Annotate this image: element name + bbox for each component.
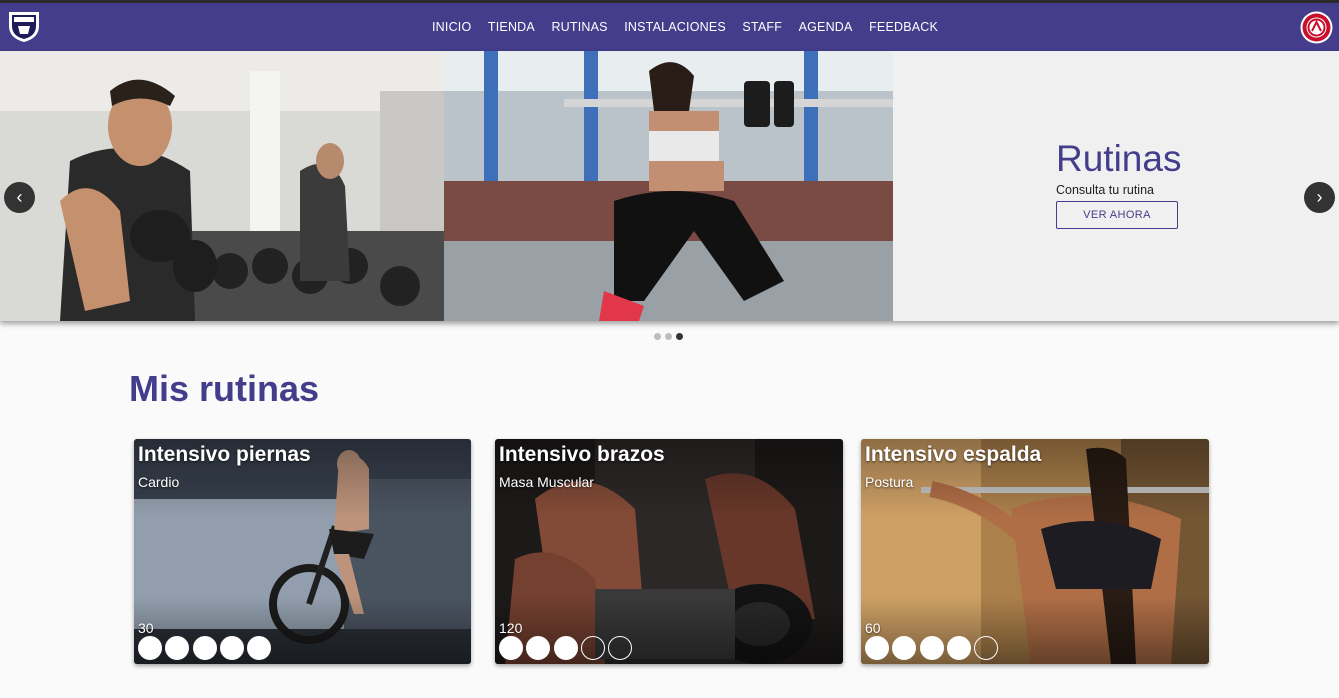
rating-circle-filled — [192, 636, 217, 660]
routine-value: 30 — [138, 620, 154, 636]
nav-item-feedback[interactable]: FEEDBACK — [869, 20, 938, 34]
carousel-dot-2[interactable] — [665, 333, 672, 340]
routine-rating — [138, 636, 274, 660]
rating-circle-filled — [946, 636, 971, 660]
carousel-indicators — [654, 333, 687, 340]
gym-photo-squat — [444, 51, 893, 321]
nav-item-inicio[interactable]: INICIO — [432, 20, 471, 34]
routine-rating — [865, 636, 1001, 660]
rating-circle-filled — [919, 636, 944, 660]
rating-circle-filled — [499, 636, 523, 660]
card-overlay — [861, 439, 1209, 664]
rating-circle-empty — [580, 636, 605, 660]
rating-circle-filled — [138, 636, 162, 660]
chevron-left-icon[interactable]: ‹ — [4, 182, 35, 213]
slide-subtitle: Consulta tu rutina — [1056, 182, 1154, 197]
carousel-dot-3[interactable] — [676, 333, 683, 340]
section-title: Mis rutinas — [129, 368, 320, 409]
routine-card-brazos[interactable]: Intensivo brazos Masa Muscular 120 — [495, 439, 843, 664]
rating-circle-empty — [974, 636, 999, 660]
nav-item-tienda[interactable]: TIENDA — [488, 20, 535, 34]
rating-circle-filled — [165, 636, 190, 660]
routine-value: 120 — [499, 620, 523, 636]
rating-circle-filled — [526, 636, 551, 660]
slide-caption: Rutinas Consulta tu rutina VER AHORA — [1056, 138, 1182, 229]
rating-circle-filled — [865, 636, 889, 660]
rating-circle-filled — [247, 636, 272, 660]
nav-item-agenda[interactable]: AGENDA — [799, 20, 853, 34]
routine-value: 60 — [865, 620, 881, 636]
hero-carousel: Rutinas Consulta tu rutina VER AHORA ‹ › — [0, 51, 1339, 321]
ver-ahora-button[interactable]: VER AHORA — [1056, 200, 1178, 229]
routine-title: Intensivo espalda — [865, 443, 1042, 466]
club-badge-logo[interactable] — [1300, 11, 1333, 44]
rating-circle-filled — [553, 636, 578, 660]
routine-title: Intensivo brazos — [499, 443, 665, 466]
card-overlay — [495, 439, 843, 664]
routine-card-espalda[interactable]: Intensivo espalda Postura 60 — [861, 439, 1209, 664]
routine-subtitle: Postura — [865, 474, 914, 490]
slide-title: Rutinas — [1056, 138, 1182, 179]
routine-card-piernas[interactable]: Intensivo piernas Cardio 30 — [134, 439, 471, 664]
routine-subtitle: Cardio — [138, 474, 180, 490]
gym-crest-logo[interactable] — [6, 8, 42, 44]
chevron-right-icon[interactable]: › — [1304, 182, 1335, 213]
rating-circle-filled — [219, 636, 244, 660]
routine-title: Intensivo piernas — [138, 443, 311, 466]
nav-item-instalaciones[interactable]: INSTALACIONES — [624, 20, 726, 34]
nav-item-staff[interactable]: STAFF — [742, 20, 782, 34]
gym-photo-dumbbell — [0, 51, 444, 321]
routine-rating — [499, 636, 635, 660]
rating-circle-empty — [608, 636, 633, 660]
card-overlay — [134, 439, 471, 664]
nav-links: INICIO TIENDA RUTINAS INSTALACIONES STAF… — [432, 3, 955, 51]
rating-circle-filled — [892, 636, 917, 660]
nav-item-rutinas[interactable]: RUTINAS — [551, 20, 607, 34]
carousel-dot-1[interactable] — [654, 333, 661, 340]
navbar: INICIO TIENDA RUTINAS INSTALACIONES STAF… — [0, 3, 1339, 51]
routine-subtitle: Masa Muscular — [499, 474, 594, 490]
